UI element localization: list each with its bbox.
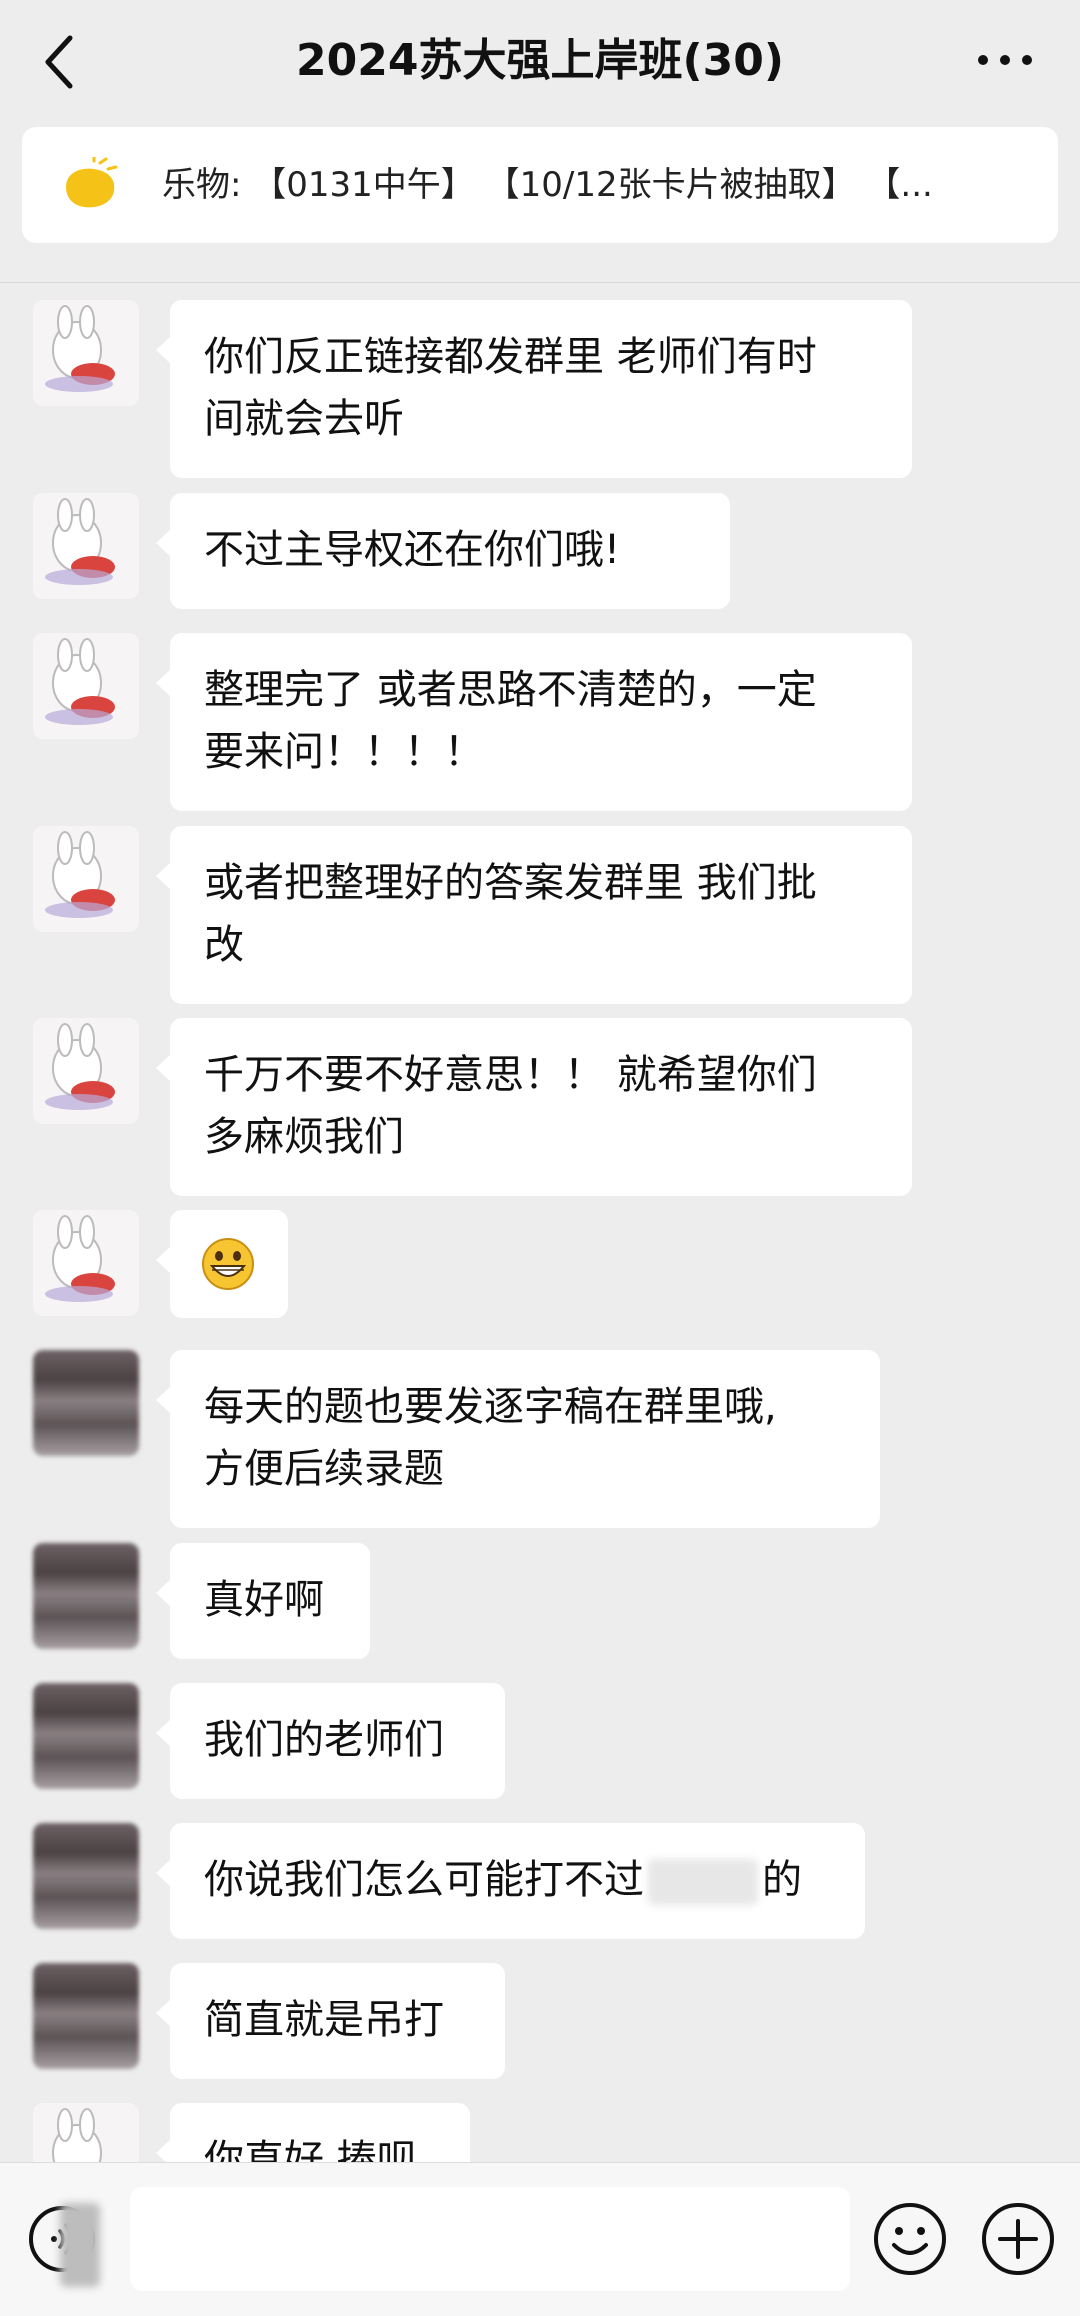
blurred-avatar[interactable]	[33, 1823, 139, 1929]
message-line: 简直就是吊打	[204, 1997, 444, 2043]
message-text: 的	[762, 1857, 802, 1903]
message-line: 我们的老师们	[204, 1717, 444, 1763]
message-input[interactable]	[130, 2187, 850, 2291]
message-line: 每天的题也要发逐字稿在群里哦,	[204, 1384, 777, 1430]
message-bubble[interactable]	[156, 1210, 288, 1318]
message-line: 或者把整理好的答案发群里 我们批	[204, 860, 817, 906]
message-bubble[interactable]: 你直好 捧呗	[156, 2103, 470, 2162]
bunny-avatar[interactable]	[33, 493, 139, 599]
message-bubble[interactable]: 你们反正链接都发群里 老师们有时 间就会去听	[156, 300, 912, 478]
input-bar	[0, 2162, 1080, 2316]
bunny-avatar[interactable]	[33, 826, 139, 932]
message-line: 真好啊	[204, 1577, 324, 1623]
divider	[0, 282, 1080, 283]
pinned-notice[interactable]: 乐物: 【0131中午】 【10/12张卡片被抽取】 【...	[22, 127, 1058, 243]
bunny-avatar[interactable]	[33, 2103, 139, 2162]
message-bubble[interactable]: 不过主导权还在你们哦!	[156, 493, 730, 609]
more-dots-icon[interactable]	[975, 52, 1035, 68]
message-line: 你直好 捧呗	[204, 2137, 417, 2162]
blurred-avatar[interactable]	[33, 1350, 139, 1456]
blurred-avatar[interactable]	[33, 1683, 139, 1789]
blurred-avatar[interactable]	[33, 1543, 139, 1649]
message-line: 要来问！！！！	[204, 729, 484, 775]
censored-blur	[648, 1859, 758, 1905]
message-bubble[interactable]: 你说我们怎么可能打不过 的	[156, 1823, 865, 1939]
message-line: 改	[204, 922, 244, 968]
message-line: 不过主导权还在你们哦!	[204, 527, 621, 573]
message-bubble[interactable]: 整理完了 或者思路不清楚的，一定 要来问！！！！	[156, 633, 912, 811]
message-bubble[interactable]: 千万不要不好意思！！ 就希望你们 多麻烦我们	[156, 1018, 912, 1196]
grinning-face-icon	[202, 1238, 254, 1290]
message-bubble[interactable]: 或者把整理好的答案发群里 我们批 改	[156, 826, 912, 1004]
message-line: 多麻烦我们	[204, 1114, 404, 1160]
notice-text: 乐物: 【0131中午】 【10/12张卡片被抽取】 【...	[162, 165, 933, 205]
message-line: 你们反正链接都发群里 老师们有时	[204, 334, 817, 380]
message-line: 千万不要不好意思！！ 就希望你们	[204, 1052, 817, 1098]
bunny-avatar[interactable]	[33, 633, 139, 739]
plus-circle-icon[interactable]	[980, 2201, 1056, 2277]
megaphone-icon	[66, 157, 118, 208]
bunny-avatar[interactable]	[33, 1018, 139, 1124]
message-text: 你说我们怎么可能打不过	[204, 1857, 644, 1903]
message-line: 整理完了 或者思路不清楚的，一定	[204, 667, 817, 713]
message-bubble[interactable]: 我们的老师们	[156, 1683, 505, 1799]
message-bubble[interactable]: 每天的题也要发逐字稿在群里哦, 方便后续录题	[156, 1350, 880, 1528]
message-row: 你直好 捧呗	[0, 2103, 1080, 2162]
chat-header: 2024苏大强上岸班(30)	[0, 0, 1080, 122]
emoji-icon[interactable]	[872, 2201, 948, 2277]
message-line: 方便后续录题	[204, 1446, 444, 1492]
message-bubble[interactable]: 真好啊	[156, 1543, 370, 1659]
message-line: 间就会去听	[204, 396, 404, 442]
message-bubble[interactable]: 简直就是吊打	[156, 1963, 505, 2079]
censored-blur	[60, 2203, 100, 2287]
blurred-avatar[interactable]	[33, 1963, 139, 2069]
bunny-avatar[interactable]	[33, 300, 139, 406]
bunny-avatar[interactable]	[33, 1210, 139, 1316]
chat-title: 2024苏大强上岸班(30)	[296, 35, 784, 86]
